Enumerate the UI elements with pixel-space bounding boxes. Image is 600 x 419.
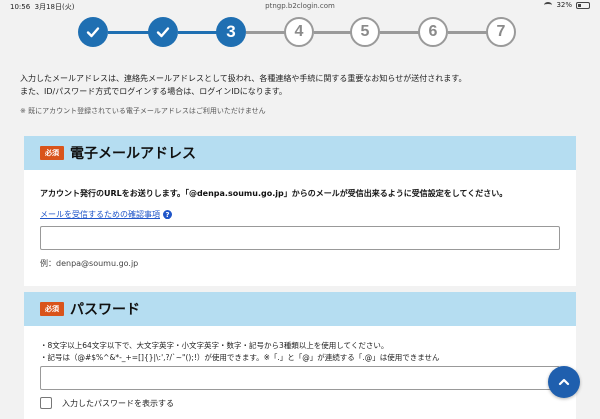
password-rule-2: ・記号は（@#$%^&*-_+=[]{}|\:',?/`~"();!）が使用でき… [40, 353, 440, 362]
email-section-header: 必須 電子メールアドレス [24, 136, 576, 170]
email-section-title: 電子メールアドレス [70, 146, 196, 162]
intro-note: ※ 既にアカウント登録されている電子メールアドレスはご利用いただけません [20, 107, 266, 115]
status-indicators: 32% [544, 1, 590, 9]
progress-stepper: 3 4 5 6 7 [0, 16, 600, 50]
step-1-complete [78, 17, 108, 47]
step-7: 7 [486, 17, 516, 47]
chevron-up-icon [558, 378, 570, 386]
step-connector [246, 31, 286, 34]
step-connector [178, 31, 218, 34]
show-password-checkbox[interactable] [40, 397, 52, 409]
step-2-complete [148, 17, 178, 47]
step-4: 4 [284, 17, 314, 47]
help-icon[interactable]: ? [163, 210, 172, 219]
password-rule-1: ・8文字以上64文字以下で、大文字英字・小文字英字・数字・記号から3種類以上を使… [40, 341, 389, 350]
step-6: 6 [418, 17, 448, 47]
email-section: 必須 電子メールアドレス アカウント発行のURLをお送りします。「@denpa.… [24, 136, 576, 286]
password-section: 必須 パスワード ・8文字以上64文字以下で、大文字英字・小文字英字・数字・記号… [24, 292, 576, 419]
status-bar: 10:56 3月18日(火) ptngp.b2clogin.com 32% [0, 0, 600, 12]
show-password-label[interactable]: 入力したパスワードを表示する [62, 398, 174, 409]
check-icon [156, 27, 170, 38]
check-icon [86, 27, 100, 38]
password-section-title: パスワード [70, 302, 140, 318]
required-badge: 必須 [40, 302, 64, 316]
show-password-toggle[interactable]: 入力したパスワードを表示する [40, 397, 174, 409]
intro-line-2: また、ID/パスワード方式でログインする場合は、ログインIDになります。 [20, 87, 287, 96]
battery-icon [576, 1, 590, 9]
email-example: 例：denpa@soumu.go.jp [40, 259, 139, 268]
email-confirm-link[interactable]: メールを受信するための確認事項 ? [40, 209, 172, 220]
scroll-to-top-button[interactable] [548, 366, 580, 398]
password-input[interactable] [40, 366, 560, 390]
url-bar[interactable]: ptngp.b2clogin.com [0, 2, 600, 10]
intro-text: 入力したメールアドレスは、連絡先メールアドレスとして扱われ、各種連絡や手続に関す… [20, 72, 580, 98]
email-input[interactable] [40, 226, 560, 250]
step-connector [380, 31, 420, 34]
email-confirm-link-text[interactable]: メールを受信するための確認事項 [40, 209, 160, 220]
step-connector [448, 31, 488, 34]
step-5: 5 [350, 17, 380, 47]
wifi-icon [544, 2, 553, 8]
password-section-header: 必須 パスワード [24, 292, 576, 326]
step-connector [314, 31, 352, 34]
intro-line-1: 入力したメールアドレスは、連絡先メールアドレスとして扱われ、各種連絡や手続に関す… [20, 74, 467, 83]
battery-percent: 32% [556, 1, 572, 9]
step-3-current: 3 [216, 17, 246, 47]
required-badge: 必須 [40, 146, 64, 160]
email-description: アカウント発行のURLをお送りします。「@denpa.soumu.go.jp」か… [40, 189, 508, 198]
step-connector [108, 31, 152, 34]
